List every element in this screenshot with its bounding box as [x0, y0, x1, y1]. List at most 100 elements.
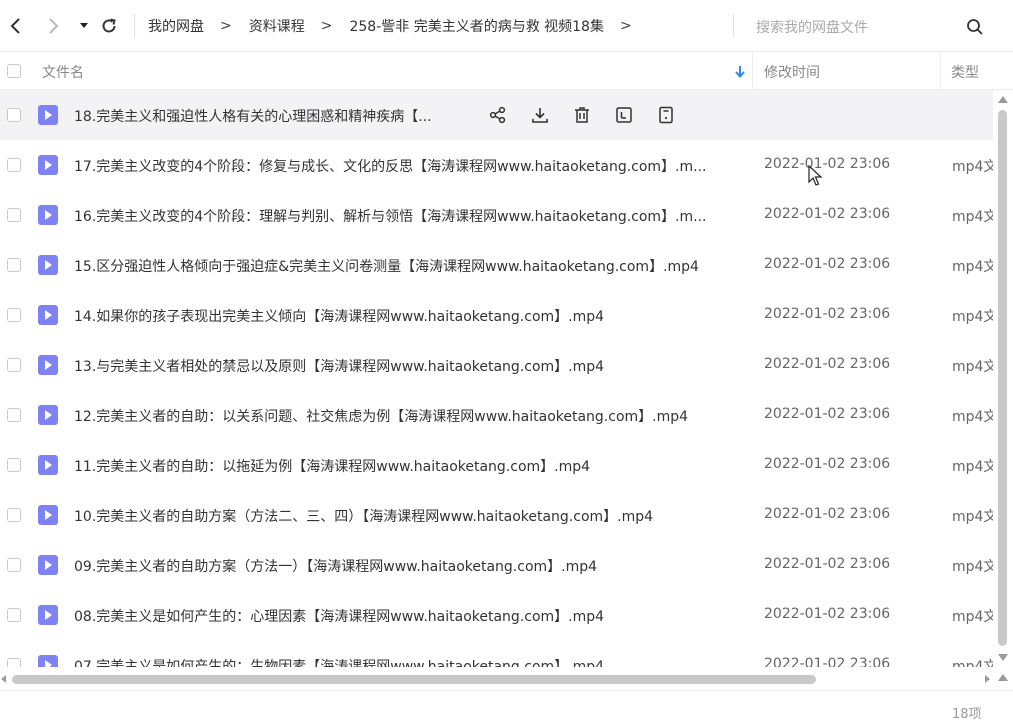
- delete-button[interactable]: [570, 103, 594, 127]
- search-input[interactable]: 搜索我的网盘文件: [756, 17, 868, 37]
- more-button[interactable]: [654, 103, 678, 127]
- video-file-icon: [38, 505, 58, 525]
- scroll-right-arrow-icon[interactable]: [985, 675, 990, 683]
- back-button[interactable]: [3, 12, 29, 40]
- row-checkbox[interactable]: [7, 208, 21, 222]
- item-count: 18项: [952, 707, 982, 722]
- row-checkbox[interactable]: [7, 108, 21, 122]
- row-checkbox[interactable]: [7, 658, 21, 667]
- file-name[interactable]: 15.区分强迫性人格倾向于强迫症&完美主义问卷测量【海涛课程网www.haita…: [74, 256, 699, 276]
- table-header: 文件名 修改时间 类型: [0, 52, 1013, 90]
- column-header-modified[interactable]: 修改时间: [764, 62, 820, 82]
- toolbar-divider: [134, 14, 135, 38]
- scroll-down-arrow-icon[interactable]: [998, 654, 1008, 661]
- file-type: mp4文: [952, 359, 993, 375]
- modified-time: 2022-01-02 23:06: [764, 206, 891, 222]
- caret-down-icon: [80, 23, 88, 28]
- video-file-icon: [38, 255, 58, 275]
- file-type: mp4文: [952, 209, 993, 225]
- file-name[interactable]: 14.如果你的孩子表现出完美主义倾向【海涛课程网www.haitaoketang…: [74, 306, 604, 326]
- row-checkbox[interactable]: [7, 358, 21, 372]
- scroll-left-arrow-icon[interactable]: [1, 675, 6, 683]
- column-header-type[interactable]: 类型: [951, 62, 979, 82]
- vertical-scrollbar-thumb[interactable]: [998, 110, 1007, 646]
- row-checkbox[interactable]: [7, 408, 21, 422]
- video-file-icon: [38, 105, 58, 125]
- breadcrumb-separator: >: [320, 18, 333, 34]
- table-row[interactable]: 18.完美主义和强迫性人格有关的心理困惑和精神疾病【...: [0, 90, 993, 140]
- chevron-right-icon: [49, 18, 59, 34]
- file-name[interactable]: 07.完美主义是如何产生的：生物因素【海涛课程网www.haitaoketang…: [74, 656, 604, 667]
- table-row[interactable]: 13.与完美主义者相处的禁忌以及原则【海涛课程网www.haitaoketang…: [0, 340, 993, 390]
- modified-time: 2022-01-02 23:06: [764, 656, 891, 667]
- file-name[interactable]: 10.完美主义者的自助方案（方法二、三、四）【海涛课程网www.haitaoke…: [74, 506, 653, 526]
- row-checkbox[interactable]: [7, 458, 21, 472]
- table-row[interactable]: 09.完美主义者的自助方案（方法一）【海涛课程网www.haitaoketang…: [0, 540, 993, 590]
- scroll-up-arrow-icon[interactable]: [998, 96, 1008, 103]
- toolbar-divider: [733, 14, 734, 38]
- file-type: mp4文: [952, 659, 993, 667]
- table-row[interactable]: 14.如果你的孩子表现出完美主义倾向【海涛课程网www.haitaoketang…: [0, 290, 993, 340]
- row-checkbox[interactable]: [7, 608, 21, 622]
- table-row[interactable]: 15.区分强迫性人格倾向于强迫症&完美主义问卷测量【海涛课程网www.haita…: [0, 240, 993, 290]
- table-row[interactable]: 11.完美主义者的自助：以拖延为例【海涛课程网www.haitaoketang.…: [0, 440, 993, 490]
- video-file-icon: [38, 455, 58, 475]
- row-checkbox[interactable]: [7, 558, 21, 572]
- modified-time: 2022-01-02 23:06: [764, 156, 891, 172]
- file-name[interactable]: 13.与完美主义者相处的禁忌以及原则【海涛课程网www.haitaoketang…: [74, 356, 604, 376]
- rename-button[interactable]: [612, 103, 636, 127]
- download-icon: [532, 108, 548, 123]
- search-button[interactable]: [962, 14, 988, 40]
- row-checkbox[interactable]: [7, 158, 21, 172]
- scroll-up-arrow-icon[interactable]: [998, 674, 1008, 681]
- file-name[interactable]: 11.完美主义者的自助：以拖延为例【海涛课程网www.haitaoketang.…: [74, 456, 590, 476]
- mouse-cursor-icon: [808, 165, 822, 186]
- modified-time: 2022-01-02 23:06: [764, 606, 891, 622]
- file-type: mp4文: [952, 459, 993, 475]
- breadcrumb-item-course-materials[interactable]: 资料课程: [249, 16, 305, 36]
- modified-time: 2022-01-02 23:06: [764, 356, 891, 372]
- file-name[interactable]: 18.完美主义和强迫性人格有关的心理困惑和精神疾病【...: [74, 106, 432, 126]
- arrow-down-icon[interactable]: [734, 65, 746, 78]
- table-row[interactable]: 17.完美主义改变的4个阶段：修复与成长、文化的反思【海涛课程网www.hait…: [0, 140, 993, 190]
- video-file-icon: [38, 355, 58, 375]
- file-name[interactable]: 17.完美主义改变的4个阶段：修复与成长、文化的反思【海涛课程网www.hait…: [74, 156, 707, 176]
- modified-time: 2022-01-02 23:06: [764, 506, 891, 522]
- chevron-left-icon: [10, 18, 20, 34]
- download-button[interactable]: [528, 103, 552, 127]
- breadcrumb-separator: >: [619, 18, 632, 34]
- share-button[interactable]: [486, 103, 510, 127]
- more-icon: [659, 106, 673, 124]
- modified-time: 2022-01-02 23:06: [764, 456, 891, 472]
- file-type: mp4文: [952, 509, 993, 525]
- column-header-name[interactable]: 文件名: [42, 62, 84, 82]
- file-type: mp4文: [952, 259, 993, 275]
- refresh-button[interactable]: [96, 12, 122, 40]
- horizontal-scrollbar-thumb[interactable]: [12, 675, 816, 684]
- table-row[interactable]: 16.完美主义改变的4个阶段：理解与判别、解析与领悟【海涛课程网www.hait…: [0, 190, 993, 240]
- delete-icon: [575, 107, 589, 123]
- select-all-checkbox[interactable]: [7, 64, 21, 78]
- file-name[interactable]: 08.完美主义是如何产生的：心理因素【海涛课程网www.haitaoketang…: [74, 606, 604, 626]
- file-name[interactable]: 09.完美主义者的自助方案（方法一）【海涛课程网www.haitaoketang…: [74, 556, 597, 576]
- table-row[interactable]: 08.完美主义是如何产生的：心理因素【海涛课程网www.haitaoketang…: [0, 590, 993, 640]
- forward-button[interactable]: [40, 12, 66, 40]
- breadcrumb-item-my-drive[interactable]: 我的网盘: [148, 16, 204, 36]
- column-divider[interactable]: [940, 52, 941, 89]
- status-bar: 18项: [0, 690, 1013, 725]
- row-checkbox[interactable]: [7, 308, 21, 322]
- file-list: 18.完美主义和强迫性人格有关的心理困惑和精神疾病【... 17.完美主义改变的…: [0, 90, 993, 667]
- modified-time: 2022-01-02 23:06: [764, 306, 891, 322]
- file-type: mp4文: [952, 559, 993, 575]
- breadcrumb-separator: >: [220, 18, 232, 34]
- file-name[interactable]: 16.完美主义改变的4个阶段：理解与判别、解析与领悟【海涛课程网www.hait…: [74, 206, 707, 226]
- column-divider[interactable]: [752, 52, 753, 89]
- breadcrumb-item-current-folder[interactable]: 258-訾非 完美主义者的病与救 视频18集: [349, 16, 604, 36]
- table-row[interactable]: 07.完美主义是如何产生的：生物因素【海涛课程网www.haitaoketang…: [0, 640, 993, 667]
- file-name[interactable]: 12.完美主义者的自助：以关系问题、社交焦虑为例【海涛课程网www.haitao…: [74, 406, 688, 426]
- row-checkbox[interactable]: [7, 508, 21, 522]
- row-checkbox[interactable]: [7, 258, 21, 272]
- history-dropdown-button[interactable]: [71, 12, 97, 40]
- table-row[interactable]: 12.完美主义者的自助：以关系问题、社交焦虑为例【海涛课程网www.haitao…: [0, 390, 993, 440]
- table-row[interactable]: 10.完美主义者的自助方案（方法二、三、四）【海涛课程网www.haitaoke…: [0, 490, 993, 540]
